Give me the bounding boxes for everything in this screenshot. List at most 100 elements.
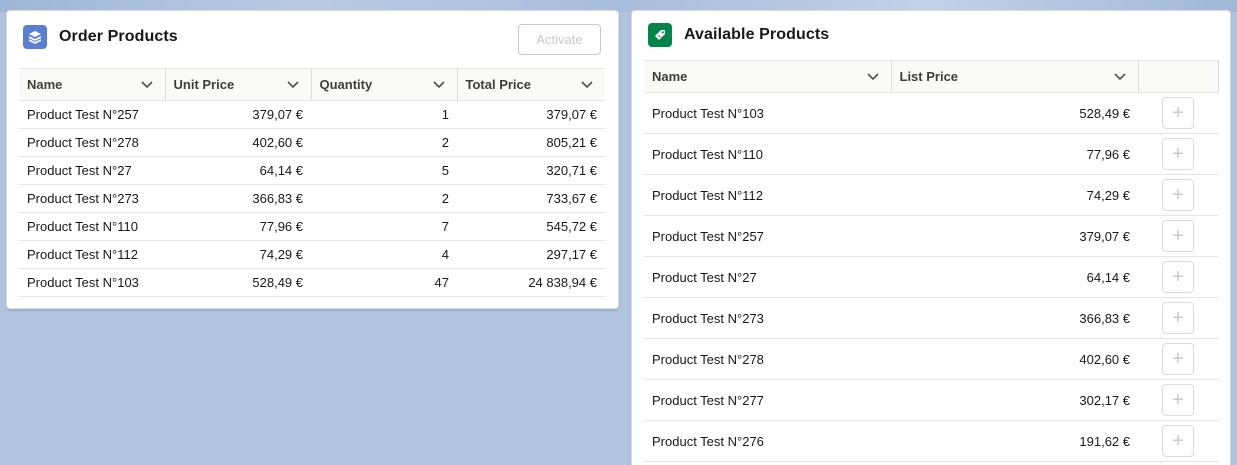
chevron-down-icon[interactable] <box>866 72 879 81</box>
list-price-cell: 64,14 € <box>891 256 1138 298</box>
column-header-name[interactable]: Name <box>644 60 892 93</box>
table-row: Product Test N°110 77,96 € + <box>644 133 1218 175</box>
list-price-cell: 402,60 € <box>891 338 1138 380</box>
plus-icon: + <box>1172 307 1184 329</box>
product-name-cell: Product Test N°276 <box>644 420 891 462</box>
list-price-cell: 77,96 € <box>891 133 1138 175</box>
add-product-button[interactable]: + <box>1162 343 1194 375</box>
table-row: Product Test N°278 402,60 € + <box>644 338 1218 380</box>
add-product-button[interactable]: + <box>1162 97 1194 129</box>
column-header-list-price[interactable]: List Price <box>891 60 1139 93</box>
list-price-cell: 379,07 € <box>891 215 1138 257</box>
product-name-cell: Product Test N°103 <box>644 92 891 134</box>
chevron-down-icon[interactable] <box>140 80 153 89</box>
add-product-button[interactable]: + <box>1162 425 1194 457</box>
action-cell: + <box>1138 379 1218 421</box>
price-tag-icon <box>648 23 672 47</box>
available-products-header: Available Products <box>648 23 829 47</box>
product-name-cell: Product Test N°110 <box>644 133 891 175</box>
quantity-cell: 1 <box>311 100 457 129</box>
action-cell: + <box>1138 215 1218 257</box>
chevron-down-icon[interactable] <box>1113 72 1126 81</box>
product-name-cell: Product Test N°277 <box>644 379 891 421</box>
list-price-cell: 366,83 € <box>891 297 1138 339</box>
column-header-actions <box>1138 60 1219 93</box>
chevron-down-icon[interactable] <box>432 80 445 89</box>
table-row: Product Test N°27 64,14 € + <box>644 256 1218 298</box>
unit-price-cell: 77,96 € <box>165 212 311 241</box>
table-row: Product Test N°277 302,17 € + <box>644 379 1218 421</box>
table-header-row: Name Unit Price Quantity Total Price <box>19 68 605 101</box>
action-cell: + <box>1138 92 1218 134</box>
action-cell: + <box>1138 256 1218 298</box>
product-name-cell: Product Test N°257 <box>19 100 165 129</box>
table-row: Product Test N°257 379,07 € 1 379,07 € <box>19 100 605 129</box>
total-price-cell: 24 838,94 € <box>457 268 605 297</box>
total-price-cell: 379,07 € <box>457 100 605 129</box>
order-products-card: Order Products Activate Name Unit Price … <box>6 10 619 309</box>
unit-price-cell: 366,83 € <box>165 184 311 213</box>
add-product-button[interactable]: + <box>1162 220 1194 252</box>
column-header-unit-price[interactable]: Unit Price <box>165 68 312 101</box>
add-product-button[interactable]: + <box>1162 261 1194 293</box>
quantity-cell: 7 <box>311 212 457 241</box>
column-header-name[interactable]: Name <box>19 68 166 101</box>
order-products-header: Order Products <box>23 25 178 49</box>
table-row: Product Test N°110 77,96 € 7 545,72 € <box>19 212 605 241</box>
chevron-down-icon[interactable] <box>581 80 593 89</box>
plus-icon: + <box>1172 389 1184 411</box>
quantity-cell: 5 <box>311 156 457 185</box>
table-row: Product Test N°112 74,29 € 4 297,17 € <box>19 240 605 269</box>
chevron-down-icon[interactable] <box>286 80 299 89</box>
activate-button[interactable]: Activate <box>518 24 601 55</box>
total-price-cell: 545,72 € <box>457 212 605 241</box>
add-product-button[interactable]: + <box>1162 179 1194 211</box>
plus-icon: + <box>1172 143 1184 165</box>
plus-icon: + <box>1172 225 1184 247</box>
unit-price-cell: 379,07 € <box>165 100 311 129</box>
unit-price-cell: 64,14 € <box>165 156 311 185</box>
table-row: Product Test N°103 528,49 € 47 24 838,94… <box>19 268 605 297</box>
plus-icon: + <box>1172 348 1184 370</box>
plus-icon: + <box>1172 102 1184 124</box>
product-name-cell: Product Test N°273 <box>644 297 891 339</box>
product-name-cell: Product Test N°112 <box>19 240 165 269</box>
product-name-cell: Product Test N°278 <box>644 338 891 380</box>
unit-price-cell: 402,60 € <box>165 128 311 157</box>
plus-icon: + <box>1172 266 1184 288</box>
available-products-title: Available Products <box>684 26 830 43</box>
action-cell: + <box>1138 174 1218 216</box>
total-price-cell: 297,17 € <box>457 240 605 269</box>
unit-price-cell: 528,49 € <box>165 268 311 297</box>
add-product-button[interactable]: + <box>1162 138 1194 170</box>
list-price-cell: 74,29 € <box>891 174 1138 216</box>
column-header-quantity[interactable]: Quantity <box>311 68 458 101</box>
total-price-cell: 733,67 € <box>457 184 605 213</box>
list-price-cell: 302,17 € <box>891 379 1138 421</box>
table-header-row: Name List Price <box>644 60 1219 93</box>
product-name-cell: Product Test N°257 <box>644 215 891 257</box>
action-cell: + <box>1138 420 1218 462</box>
quantity-cell: 4 <box>311 240 457 269</box>
product-name-cell: Product Test N°278 <box>19 128 165 157</box>
table-row: Product Test N°276 191,62 € + <box>644 420 1218 462</box>
list-price-cell: 528,49 € <box>891 92 1138 134</box>
stacked-layers-icon <box>23 25 47 49</box>
quantity-cell: 2 <box>311 128 457 157</box>
table-row: Product Test N°27 64,14 € 5 320,71 € <box>19 156 605 185</box>
product-name-cell: Product Test N°112 <box>644 174 891 216</box>
column-header-total-price[interactable]: Total Price <box>457 68 605 101</box>
add-product-button[interactable]: + <box>1162 384 1194 416</box>
table-row: Product Test N°257 379,07 € + <box>644 215 1218 257</box>
add-product-button[interactable]: + <box>1162 302 1194 334</box>
product-name-cell: Product Test N°110 <box>19 212 165 241</box>
order-products-table: Name Unit Price Quantity Total Price Pro… <box>19 68 605 297</box>
unit-price-cell: 74,29 € <box>165 240 311 269</box>
product-name-cell: Product Test N°103 <box>19 268 165 297</box>
quantity-cell: 47 <box>311 268 457 297</box>
action-cell: + <box>1138 133 1218 175</box>
list-price-cell: 191,62 € <box>891 420 1138 462</box>
product-name-cell: Product Test N°273 <box>19 184 165 213</box>
product-name-cell: Product Test N°27 <box>19 156 165 185</box>
table-row: Product Test N°273 366,83 € 2 733,67 € <box>19 184 605 213</box>
